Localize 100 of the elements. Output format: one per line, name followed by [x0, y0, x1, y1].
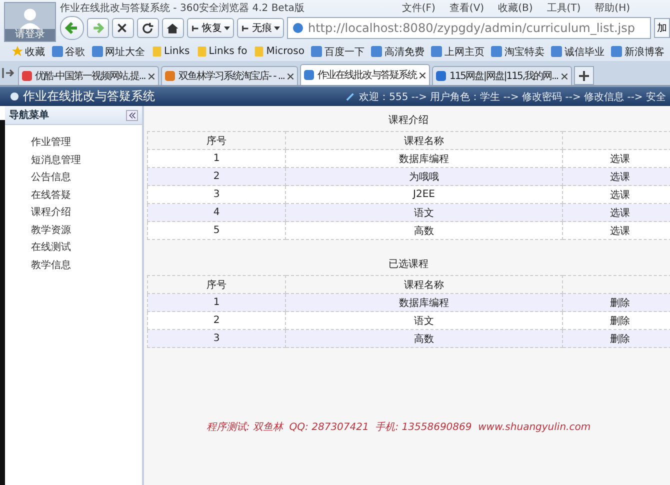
bookmark-item[interactable]: 诚信毕业 — [551, 44, 604, 58]
table-cell: 语文 — [414, 316, 434, 326]
menu-item[interactable]: 工具(T) — [546, 0, 581, 14]
site-icon — [22, 71, 32, 81]
table-cell: 语文 — [414, 208, 434, 218]
bookmark-item[interactable]: 高清免费 — [371, 44, 424, 58]
restore-button[interactable]: 恢复 — [187, 18, 234, 38]
folder-icon — [196, 46, 207, 57]
sidebar-toggle-icon[interactable] — [2, 67, 14, 79]
table-cell: 高数 — [414, 334, 434, 344]
table-cell: 5 — [213, 225, 220, 236]
login-avatar-button[interactable]: 请登录 — [4, 2, 56, 42]
sidebar-item[interactable]: 作业管理 — [5, 134, 142, 152]
back-button[interactable] — [60, 16, 84, 40]
table-cell: 3 — [213, 189, 220, 200]
site-icon — [165, 71, 176, 81]
collapse-button[interactable] — [126, 110, 138, 120]
action-link[interactable]: 选课 — [610, 190, 630, 200]
action-link[interactable]: 选课 — [610, 154, 630, 164]
browser-tab[interactable]: 双鱼林学习系统淘宝店- - ... — [161, 66, 298, 85]
table-cell: 1 — [213, 153, 220, 164]
private-mode-button[interactable]: 无痕 — [237, 18, 284, 38]
menu-item[interactable]: 收藏(B) — [498, 0, 533, 14]
sidebar-item[interactable]: 教学资源 — [5, 222, 142, 239]
bookmark-item[interactable]: 网址大全 — [92, 44, 145, 58]
bookmark-item[interactable]: 收藏 — [12, 44, 45, 58]
bookmark-item[interactable]: 淘宝特卖 — [491, 44, 544, 58]
footer-text: 程序测试: 双鱼林 QQ: 287307421 手机: 13558690869 www.shuangyulin.com — [206, 422, 591, 433]
site-icon — [52, 46, 63, 57]
bookmark-item[interactable]: 新浪博客 — [611, 44, 664, 58]
address-field[interactable]: http://localhost:8080/zypgdy/admin/curriculum_list.jsp — [287, 17, 651, 39]
double-chevron-icon — [128, 112, 136, 118]
stop-button[interactable] — [112, 18, 134, 38]
user-nav-text: 欢迎：555 --> 用户角色：学生 --> 修改密码 --> 修改信息 --> 安全 — [359, 90, 666, 104]
site-icon — [371, 46, 382, 57]
folder-icon — [254, 46, 264, 57]
close-icon[interactable] — [287, 72, 294, 80]
action-link[interactable]: 选课 — [610, 172, 630, 182]
star-icon — [12, 46, 23, 57]
back-arrow-icon — [64, 20, 80, 36]
refresh-button[interactable] — [137, 18, 159, 38]
bookmark-item[interactable]: Links — [152, 46, 190, 57]
folder-icon — [152, 46, 162, 57]
table-cell: 数据库编程 — [399, 298, 449, 308]
refresh-icon — [141, 22, 154, 34]
site-icon — [551, 46, 562, 57]
site-icon — [611, 46, 622, 57]
browser-tab[interactable]: 作业在线批改与答疑系统 — [300, 64, 430, 85]
section-title: 课程介绍 — [388, 114, 430, 128]
bookmark-item[interactable]: 谷歌 — [52, 44, 85, 58]
action-link[interactable]: 选课 — [610, 208, 630, 218]
action-link[interactable]: 删除 — [610, 298, 630, 308]
menu-item[interactable]: 查看(V) — [449, 0, 484, 14]
site-icon — [311, 46, 322, 57]
bookmark-item[interactable]: 上网主页 — [431, 44, 484, 58]
forward-arrow-icon — [91, 21, 105, 35]
table-cell: 3 — [213, 333, 220, 344]
new-tab-button[interactable] — [574, 66, 594, 85]
browser-tab[interactable]: 115网盘|网盘|115,我的网... — [432, 66, 572, 85]
site-icon — [491, 46, 502, 57]
sidebar-item[interactable]: 在线测试 — [5, 239, 142, 256]
close-icon[interactable] — [419, 72, 426, 78]
go-button[interactable]: 加 — [654, 18, 670, 38]
bookmark-item[interactable]: Microso — [254, 46, 304, 57]
browser-tab[interactable]: 优酷-中国第一视频网站,提... — [18, 66, 160, 85]
logo-icon — [10, 92, 19, 101]
user-icon — [17, 7, 43, 29]
sidebar-item[interactable]: 教学信息 — [5, 256, 142, 274]
sidebar-title: 导航菜单 — [9, 108, 49, 122]
site-icon — [431, 46, 442, 57]
menu-item[interactable]: 文件(F) — [402, 0, 436, 14]
plus-icon — [579, 70, 590, 80]
home-button[interactable] — [162, 18, 184, 38]
table-cell: 2 — [213, 315, 220, 326]
caret-icon — [224, 25, 230, 31]
table-cell: 为哦哦 — [409, 172, 439, 182]
sidebar-item[interactable]: 公告信息 — [5, 169, 142, 186]
sidebar-item[interactable]: 课程介绍 — [5, 204, 142, 222]
close-icon — [116, 22, 128, 34]
site-icon — [304, 70, 314, 80]
action-link[interactable]: 删除 — [610, 316, 630, 326]
home-icon — [166, 22, 179, 34]
menu-item[interactable]: 帮助(H) — [594, 0, 630, 14]
table-cell: 1 — [213, 297, 220, 308]
wand-icon — [346, 92, 356, 101]
site-icon — [92, 46, 103, 57]
action-link[interactable]: 删除 — [610, 334, 630, 344]
action-link[interactable]: 选课 — [610, 226, 630, 236]
caret-icon — [274, 25, 280, 31]
sidebar-item[interactable]: 短消息管理 — [5, 152, 142, 169]
bookmark-item[interactable]: 百度一下 — [311, 44, 364, 58]
sidebar-item[interactable]: 在线答疑 — [5, 186, 142, 204]
table-cell: 高数 — [414, 226, 434, 236]
close-icon[interactable] — [561, 72, 568, 80]
close-icon[interactable] — [148, 72, 156, 80]
bookmark-item[interactable]: Links fo — [196, 46, 248, 57]
table-cell: 4 — [213, 207, 220, 218]
section-title: 已选课程 — [388, 258, 430, 272]
site-title: 作业在线批改与答疑系统 — [23, 88, 155, 105]
table-cell: 数据库编程 — [399, 154, 449, 164]
